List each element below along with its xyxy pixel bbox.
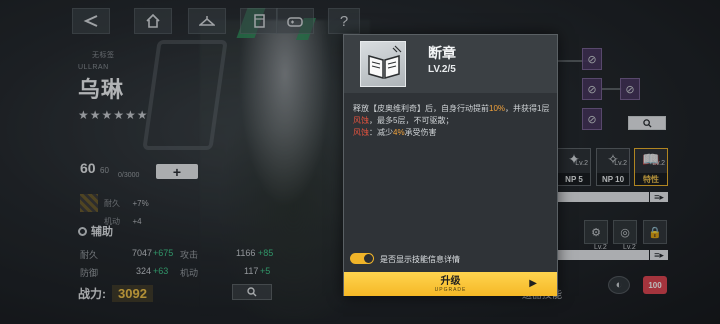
level-value: 60 [80, 160, 96, 176]
skill-level: Lv.2 [652, 160, 665, 167]
skill-node[interactable]: ⊘ [582, 48, 602, 70]
ring-skill-icon[interactable]: ◎ [613, 220, 637, 244]
back-arrow-icon[interactable] [72, 8, 110, 34]
skill-level: Lv.2 [575, 160, 588, 167]
skill-card[interactable]: ✧ Lv.2 NP 10 [596, 148, 630, 186]
stat-bonus: +5 [260, 266, 271, 276]
stat-row: 耐久 7047 +675 [80, 248, 175, 261]
relic-bar [557, 250, 649, 260]
skill-node[interactable]: ⊘ [582, 108, 602, 130]
skill-list-button[interactable]: ≡▸ [650, 192, 668, 202]
stat-bonus: +63 [153, 266, 169, 276]
exp-value: 0/3000 [118, 172, 140, 179]
plus-label: + [172, 163, 182, 180]
gamepad-icon[interactable] [276, 8, 314, 34]
stat-row: 防御 324 +63 [80, 266, 175, 279]
skill-card-selected[interactable]: 📖 Lv.2 特性 [634, 148, 668, 186]
skill-node[interactable]: ⊘ [582, 78, 602, 100]
stat-label: 攻击 [180, 250, 199, 260]
skill-description: 释放【皮奥维利奇】后，自身行动提前10%，并获得1层风蚀，最多5层，不可驱散； … [353, 103, 551, 139]
power-display: 战力: 3092 [78, 285, 153, 302]
game-character-screen: { "nav": { "back_icon": "back-arrow-icon… [0, 0, 720, 324]
desc-text: 承受伤害 [404, 128, 437, 137]
upgrade-label: 升级 [440, 275, 461, 287]
zoom-icon [247, 287, 257, 297]
skill-title: 断章 [428, 45, 456, 61]
skill-tooltip: 断章 LV.2/5 释放【皮奥维利奇】后，自身行动提前10%，并获得1层风蚀，最… [343, 34, 558, 296]
detail-toggle-label: 是否显示技能信息详情 [380, 255, 460, 264]
mini-stat-value: +7% [132, 199, 149, 208]
stat-value: 324 [136, 266, 152, 276]
stat-value: 7047 [132, 248, 153, 258]
stat-label: 防御 [80, 268, 99, 278]
favor-value: 100 [648, 280, 662, 290]
stat-value: 1166 [236, 248, 256, 258]
favor-button[interactable]: 100 [643, 276, 667, 294]
skill-zoom-button[interactable] [628, 116, 666, 130]
target-icon[interactable]: ◐ [608, 276, 630, 294]
relic-list-button[interactable]: ≡▸ [650, 250, 668, 260]
upgrade-sublabel: UPGRADE [434, 286, 467, 293]
mini-stat-value: +4 [132, 217, 142, 226]
character-name: 乌琳 [78, 77, 125, 102]
level-display: 60 60 [80, 160, 109, 178]
top-nav: ? [0, 8, 360, 34]
desc-text: ，并获得1层 [505, 104, 550, 113]
role-label: 辅助 [78, 223, 113, 239]
lock-icon[interactable]: 🔒 [643, 220, 667, 244]
toggle-knob [364, 254, 373, 263]
stat-label: 耐久 [80, 250, 99, 260]
zoom-icon [642, 118, 652, 128]
stat-bonus: +85 [258, 248, 274, 258]
desc-highlight: 风蚀 [353, 116, 369, 125]
desc-highlight: 风蚀 [353, 128, 369, 137]
stat-bonus: +675 [153, 248, 174, 258]
stat-row: 攻击 1166 +85 [180, 248, 275, 261]
mini-stat-label: 耐久 [104, 199, 120, 208]
gear-skill-icon[interactable]: ⚙ [584, 220, 608, 244]
skill-level: LV.2/5 [428, 64, 456, 75]
stat-value: 117 [244, 266, 259, 276]
book-icon [360, 41, 406, 87]
skill-badge: NP 5 [558, 173, 590, 185]
desc-text: ，最多5层，不可驱散； [369, 116, 454, 125]
zoom-button[interactable] [232, 284, 272, 300]
play-arrow-icon: ▶ [529, 278, 537, 289]
power-value: 3092 [112, 285, 153, 302]
skill-level: Lv.2 [614, 160, 627, 167]
fridge-icon[interactable] [240, 8, 278, 34]
skill-card[interactable]: ✦ Lv.2 NP 5 [557, 148, 591, 186]
stat-row: 机动 117 +5 [180, 266, 275, 279]
hanger-icon[interactable] [188, 8, 226, 34]
character-tag: 无标签 [92, 52, 115, 59]
skill-badge: 特性 [635, 173, 667, 185]
skill-bar [557, 192, 649, 202]
skill-badge: NP 10 [597, 173, 629, 185]
desc-text: 释放【皮奥维利奇】后，自身行动提前 [353, 104, 489, 113]
upgrade-button[interactable]: 升级 UPGRADE ▶ [344, 272, 557, 296]
home-icon[interactable] [134, 8, 172, 34]
desc-highlight: 10% [489, 104, 506, 113]
desc-highlight: 4% [393, 128, 405, 137]
rarity-stars: ★★★★★★ [78, 108, 149, 122]
role-icon [78, 226, 87, 236]
stat-label: 机动 [180, 268, 199, 278]
skill-node[interactable]: ⊘ [620, 78, 640, 100]
equipment-icon[interactable] [80, 194, 98, 212]
power-label: 战力: [78, 287, 106, 301]
desc-text: ：减少 [369, 128, 393, 137]
skill-chain-line [602, 88, 622, 90]
character-name-en: ULLRAN [78, 64, 109, 71]
level-up-button[interactable]: + [156, 163, 198, 180]
help-button[interactable]: ? [328, 8, 360, 34]
detail-toggle[interactable] [350, 253, 374, 264]
level-max: 60 [100, 166, 109, 175]
help-label: ? [339, 12, 349, 30]
